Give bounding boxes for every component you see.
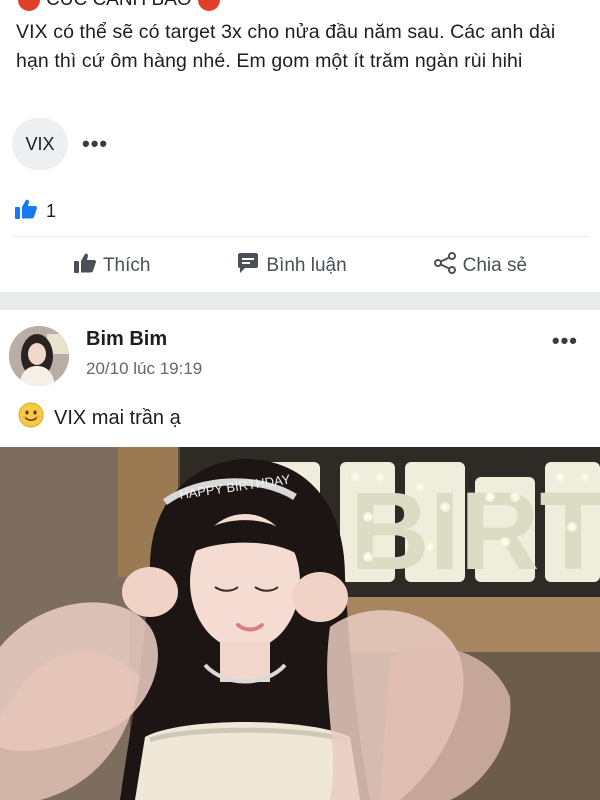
share-label: Chia sẻ <box>462 255 528 276</box>
share-icon <box>433 252 457 280</box>
post-2: Bim Bim 20/10 lúc 19:19 ••• VIX mai trần… <box>0 310 600 800</box>
comment-icon <box>236 252 260 280</box>
photo-sign-text: BIRTH <box>350 470 600 593</box>
post-1-action-bar: Thích Bình luận Chia sẻ <box>0 240 600 292</box>
stock-tag-chip[interactable]: VIX <box>12 118 68 170</box>
post-1-text: VIX có thể sẽ có target 3x cho nửa đầu n… <box>16 21 556 72</box>
post-1-tag-row: VIX ••• <box>12 118 108 170</box>
post-2-text: VIX mai trần ạ <box>54 406 181 429</box>
post-2-text-row: VIX mai trần ạ <box>18 402 181 434</box>
like-label: Thích <box>102 255 151 276</box>
more-icon[interactable]: ••• <box>82 133 108 155</box>
like-icon <box>73 252 97 280</box>
thumbs-up-reaction-icon <box>14 198 38 225</box>
like-button[interactable]: Thích <box>73 252 151 280</box>
comment-label: Bình luận <box>266 255 347 276</box>
post-separator <box>0 292 600 310</box>
divider <box>14 236 588 237</box>
post-photo[interactable]: BIRTH HAPPY BIRTHDAY <box>0 447 600 800</box>
more-icon[interactable]: ••• <box>552 330 578 352</box>
avatar[interactable] <box>9 326 69 386</box>
post-1: CÚC CẢNH BÁO VIX có thể sẽ có target 3x … <box>0 0 600 292</box>
author-name[interactable]: Bim Bim <box>86 328 167 351</box>
reaction-count: 1 <box>46 201 57 221</box>
smile-emoji-icon <box>18 402 44 434</box>
reaction-summary[interactable]: 1 <box>14 198 56 225</box>
post-timestamp[interactable]: 20/10 lúc 19:19 <box>86 359 202 379</box>
share-button[interactable]: Chia sẻ <box>433 252 527 280</box>
comment-button[interactable]: Bình luận <box>236 252 347 280</box>
